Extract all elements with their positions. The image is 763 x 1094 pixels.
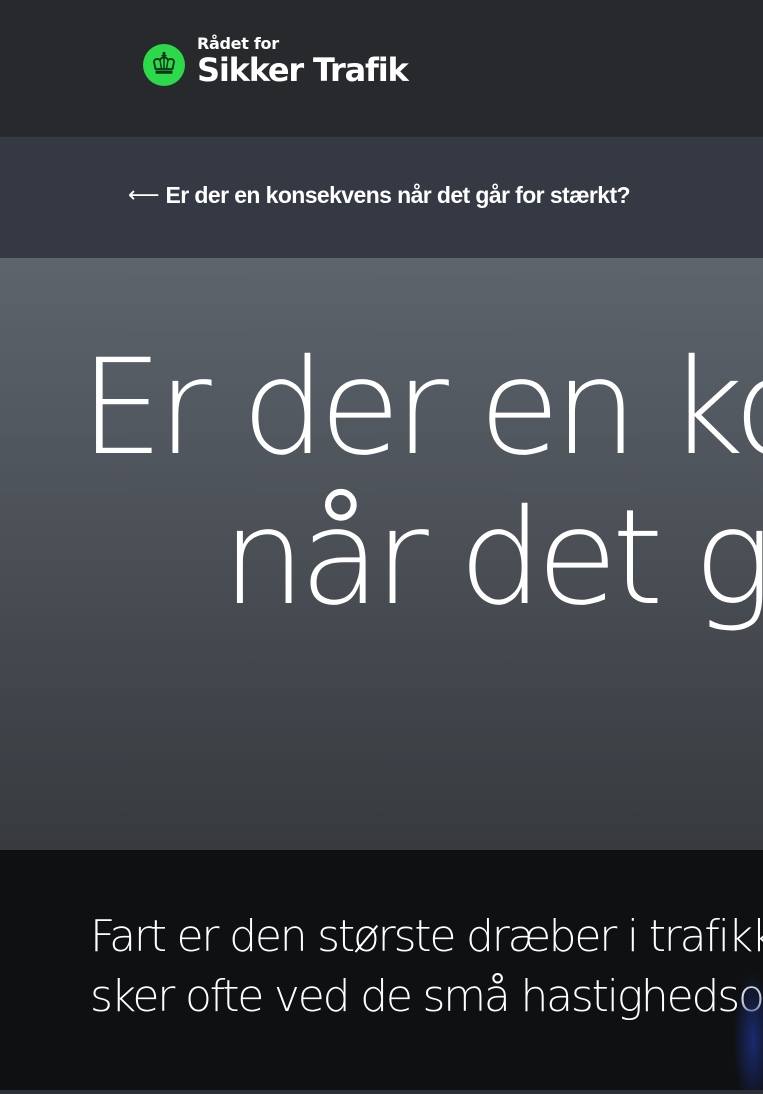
hero-section: Er der en konsekvens når det går for stæ… <box>0 258 763 850</box>
intro-section: Fart er den største dræber i trafikken, … <box>0 850 763 1090</box>
logo-text-line1: Rådet for <box>197 34 279 53</box>
page-title-line2: når det går for stærkt? <box>222 481 763 635</box>
intro-text-line2: sker ofte ved de små hastighedsoverskrid… <box>90 971 763 1022</box>
crown-icon <box>143 44 185 86</box>
page: Rådet for Sikker Trafik ⟵ Er der en kons… <box>0 0 763 1094</box>
arrow-left-icon: ⟵ <box>128 182 160 208</box>
logo-link[interactable]: Rådet for Sikker Trafik <box>143 34 409 89</box>
breadcrumb: ⟵ Er der en konsekvens når det går for s… <box>0 138 763 258</box>
site-header: Rådet for Sikker Trafik <box>0 0 763 138</box>
intro-text: Fart er den største dræber i trafikken, … <box>90 907 763 1027</box>
section-divider <box>0 1090 763 1094</box>
page-title-line1: Er der en konsekvens <box>80 331 763 485</box>
breadcrumb-back-link[interactable]: ⟵ Er der en konsekvens når det går for s… <box>128 182 631 209</box>
logo-text-line2: Sikker Trafik <box>197 51 409 89</box>
breadcrumb-label: Er der en konsekvens når det går for stæ… <box>165 182 631 208</box>
background-image-edge <box>733 970 763 1090</box>
intro-text-line1: Fart er den største dræber i trafikken, … <box>90 911 763 962</box>
logo-text: Rådet for Sikker Trafik <box>197 34 409 89</box>
page-title: Er der en konsekvens når det går for stæ… <box>0 333 763 633</box>
